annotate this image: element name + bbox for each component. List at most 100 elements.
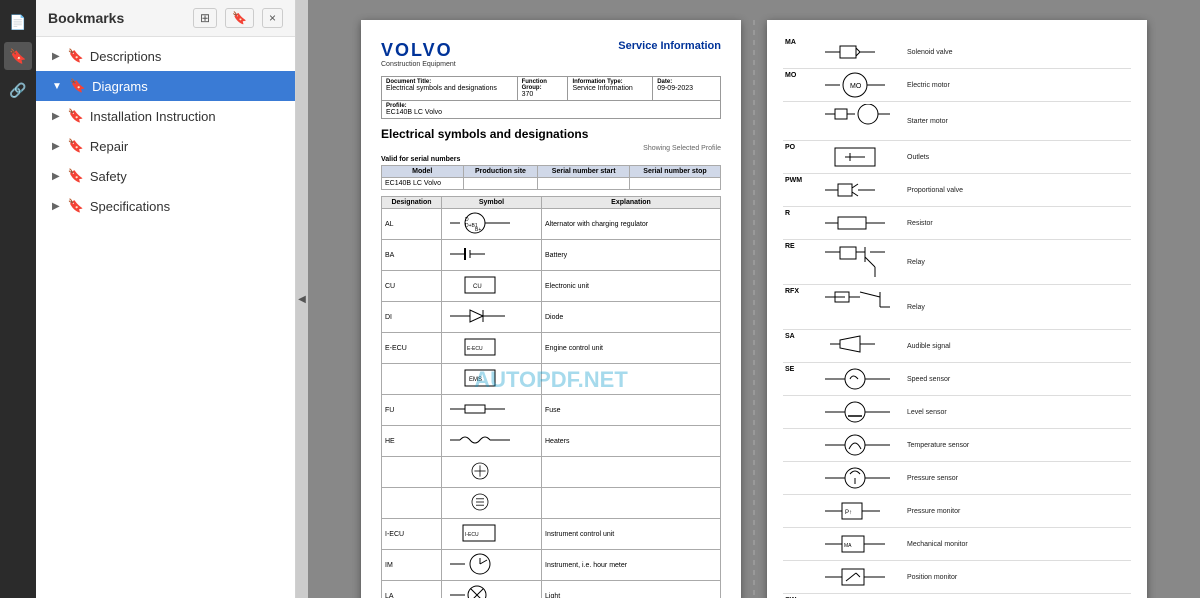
table-row [382,457,721,488]
icon-panel: 📄 🔖 🔗 [0,0,36,598]
label-temp [783,429,815,461]
table-row: E-ECU E-ECU Engine control unit [382,333,721,364]
right-row-pressure: Pressure sensor [783,462,1131,495]
page-icon-btn[interactable]: 📄 [4,8,32,36]
chevron-right-icon-specs: ▶ [52,201,60,212]
link-icon-btn[interactable]: 🔗 [4,76,32,104]
table-row: IM Instrument, i.e. hour meter [382,550,721,581]
sidebar-header: Bookmarks ⊞ 🔖 × [36,0,295,37]
explanation-he2 [542,457,721,488]
sidebar-item-safety[interactable]: ▶ 🔖 Safety [36,161,295,191]
table-row [382,488,721,519]
sidebar-item-diagrams[interactable]: ▼ 🔖 Diagrams [36,71,295,101]
chevron-right-icon-safety: ▶ [52,171,60,182]
right-row-pmon: P↑ Pressure monitor [783,495,1131,528]
volvo-subtitle: Construction Equipment [381,61,456,68]
symbol-he3 [442,488,542,519]
explanation-he3 [542,488,721,519]
label-po: PO [783,141,815,173]
sidebar-item-descriptions[interactable]: ▶ 🔖 Descriptions [36,41,295,71]
table-row: LA Light [382,581,721,598]
right-row-starter: Starter motor [783,102,1131,141]
table-row: AL D D+B1 B+ Alternator with char [382,209,721,240]
date-value: 09-09-2023 [657,85,716,92]
desc-pmon: Pressure monitor [905,495,1131,527]
sidebar-item-repair[interactable]: ▶ 🔖 Repair [36,131,295,161]
sym-sa [815,330,905,362]
symbol-iecu: I-ECU [442,519,542,550]
label-mechmon [783,528,815,560]
info-type-value: Service Information [572,85,648,92]
desc-mechmon: Mechanical monitor [905,528,1131,560]
volvo-header: VOLVO Construction Equipment Service Inf… [381,40,721,68]
explanation-di: Diode [542,302,721,333]
desc-posmon: Position monitor [905,561,1131,593]
sidebar-item-label: Repair [90,139,128,154]
designation-al: AL [382,209,442,240]
right-row-re: RE Relay [783,240,1131,285]
symbol-cu: CU [442,271,542,302]
sym-pmon: P↑ [815,495,905,527]
symbol-ba [442,240,542,271]
designation-fu: FU [382,395,442,426]
close-sidebar-btn[interactable]: × [262,8,283,28]
label-pmon [783,495,815,527]
sidebar-item-specifications[interactable]: ▶ 🔖 Specifications [36,191,295,221]
main-content: ◀ AUTOPDF.NET VOLVO Construction Equipme… [296,0,1200,598]
explanation-eecu: Engine control unit [542,333,721,364]
col-designation: Designation [382,197,442,209]
label-r: R [783,207,815,239]
label-level [783,396,815,428]
serial-table: Model Production site Serial number star… [381,165,721,190]
label-rfx: RFX [783,285,815,329]
explanation-ba: Battery [542,240,721,271]
sym-mo: MO [815,69,905,101]
symbol-he2 [442,457,542,488]
sym-temp [815,429,905,461]
table-row: FU Fuse [382,395,721,426]
right-page: MA Solenoid valve MO [767,20,1147,598]
collapse-handle[interactable]: ◀ [296,0,308,598]
sidebar-item-label: Specifications [90,199,170,214]
desc-pressure: Pressure sensor [905,462,1131,494]
designation-la: LA [382,581,442,598]
document-viewer[interactable]: AUTOPDF.NET VOLVO Construction Equipment… [308,0,1200,598]
svg-text:EMS: EMS [469,377,482,383]
page-main-title: Electrical symbols and designations [381,127,721,141]
sidebar-item-installation[interactable]: ▶ 🔖 Installation Instruction [36,101,295,131]
designation-di: DI [382,302,442,333]
sym-starter [815,102,905,140]
col-symbol: Symbol [442,197,542,209]
label-se: SE [783,363,815,395]
bookmark-icon-specs: 🔖 [68,198,84,214]
symbol-la [442,581,542,598]
sym-r [815,207,905,239]
desc-re: Relay [905,240,1131,284]
table-row: BA Battery [382,240,721,271]
chevron-down-icon: ▼ [52,81,62,92]
svg-text:MA: MA [844,543,852,549]
desc-mo: Electric motor [905,69,1131,101]
sym-level [815,396,905,428]
add-bookmark-btn[interactable]: 🔖 [225,8,254,28]
sym-mechmon: MA [815,528,905,560]
symbol-fu [442,395,542,426]
sym-po [815,141,905,173]
designation-ems [382,364,442,395]
bookmark-icon-diagrams: 🔖 [70,78,86,94]
desc-po: Outlets [905,141,1131,173]
bookmark-panel-btn[interactable]: 🔖 [4,42,32,70]
explanation-la: Light [542,581,721,598]
sidebar-item-label: Safety [90,169,127,184]
grid-view-btn[interactable]: ⊞ [193,8,217,28]
sidebar-title: Bookmarks [48,10,124,26]
right-row-rfx: RFX Relay [783,285,1131,330]
right-row-po: PO Outlets [783,141,1131,174]
right-row-mo: MO MO Electric motor [783,69,1131,102]
sym-re [815,240,905,284]
explanation-al: Alternator with charging regulator [542,209,721,240]
label-sa: SA [783,330,815,362]
symbols-table: Designation Symbol Explanation AL D D [381,196,721,598]
desc-temp: Temperature sensor [905,429,1131,461]
designation-ba: BA [382,240,442,271]
